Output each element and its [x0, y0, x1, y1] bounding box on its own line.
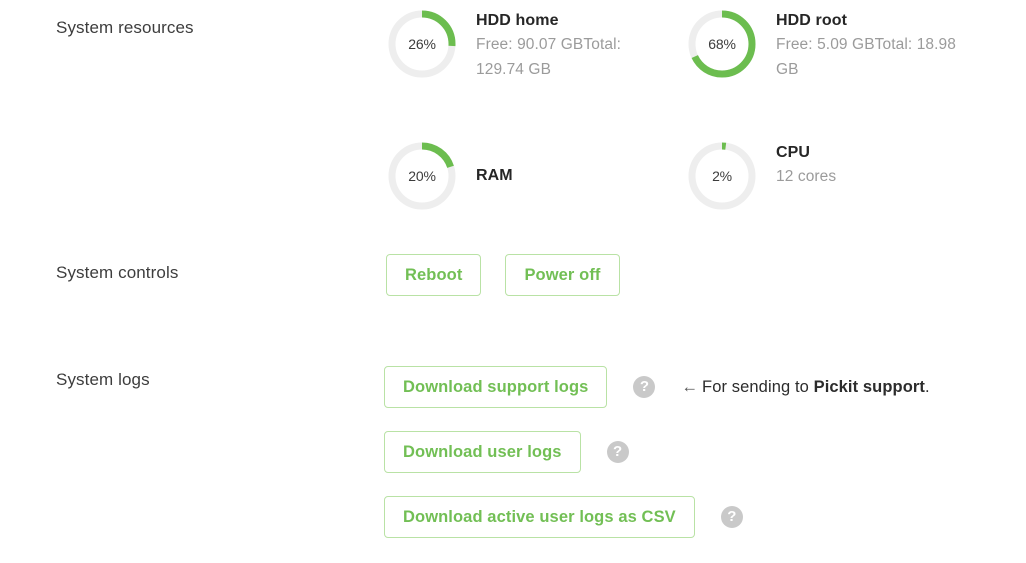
hint-strong-text: Pickit support [814, 378, 925, 396]
resources-grid: 26% HDD home Free: 90.07 GBTotal: 129.74… [386, 8, 1006, 212]
resource-title-hdd-home: HDD home [476, 10, 666, 32]
log-line-user: Download user logs ? [384, 431, 930, 473]
power-off-button[interactable]: Power off [505, 254, 619, 296]
resource-title-ram: RAM [476, 166, 513, 186]
donut-percent-hdd-home: 26% [386, 8, 458, 80]
system-controls-section: System controls Reboot Power off [0, 236, 1026, 344]
resource-subtitle-hdd-root: Free: 5.09 GBTotal: 18.98 GB [776, 32, 966, 82]
log-line-support: Download support logs ? ←For sending to … [384, 366, 930, 408]
log-line-csv: Download active user logs as CSV ? [384, 496, 930, 538]
section-label-system-resources: System resources [56, 18, 194, 38]
system-settings-page: System resources 26% HDD home Free: 90.0… [0, 0, 1026, 563]
system-logs-section: System logs Download support logs ? ←For… [0, 344, 1026, 563]
hint-suffix-text: . [925, 378, 930, 396]
system-resources-section: System resources 26% HDD home Free: 90.0… [0, 0, 1026, 236]
system-controls-buttons: Reboot Power off [386, 254, 620, 296]
donut-percent-cpu: 2% [686, 140, 758, 212]
resource-subtitle-cpu: 12 cores [776, 164, 836, 189]
support-logs-hint: ←For sending to Pickit support. [681, 378, 929, 397]
donut-cpu: 2% [686, 140, 758, 212]
resource-text-cpu: CPU 12 cores [776, 140, 836, 189]
resources-row-2: 20% RAM 2% CPU [386, 140, 1006, 212]
resource-text-ram: RAM [476, 140, 513, 212]
donut-percent-hdd-root: 68% [686, 8, 758, 80]
reboot-button[interactable]: Reboot [386, 254, 481, 296]
resource-title-hdd-root: HDD root [776, 10, 966, 32]
donut-hdd-root: 68% [686, 8, 758, 80]
resource-card-ram: 20% RAM [386, 140, 686, 212]
resource-card-cpu: 2% CPU 12 cores [686, 140, 986, 212]
resource-card-hdd-root: 68% HDD root Free: 5.09 GBTotal: 18.98 G… [686, 8, 986, 82]
resource-text-hdd-root: HDD root Free: 5.09 GBTotal: 18.98 GB [776, 8, 966, 82]
system-logs-controls: Download support logs ? ←For sending to … [384, 366, 930, 561]
resource-card-hdd-home: 26% HDD home Free: 90.07 GBTotal: 129.74… [386, 8, 686, 82]
donut-hdd-home: 26% [386, 8, 458, 80]
section-label-system-controls: System controls [56, 263, 178, 283]
download-user-logs-button[interactable]: Download user logs [384, 431, 581, 473]
download-active-user-logs-csv-button[interactable]: Download active user logs as CSV [384, 496, 695, 538]
left-arrow-icon: ← [681, 378, 698, 396]
help-icon-csv-logs[interactable]: ? [721, 506, 743, 528]
donut-ram: 20% [386, 140, 458, 212]
resource-title-cpu: CPU [776, 142, 836, 164]
section-label-system-logs: System logs [56, 370, 150, 390]
resource-subtitle-hdd-home: Free: 90.07 GBTotal: 129.74 GB [476, 32, 666, 82]
donut-percent-ram: 20% [386, 140, 458, 212]
help-icon-support-logs[interactable]: ? [633, 376, 655, 398]
resources-row-1: 26% HDD home Free: 90.07 GBTotal: 129.74… [386, 8, 1006, 82]
download-support-logs-button[interactable]: Download support logs [384, 366, 607, 408]
help-icon-user-logs[interactable]: ? [607, 441, 629, 463]
resource-text-hdd-home: HDD home Free: 90.07 GBTotal: 129.74 GB [476, 8, 666, 82]
hint-prefix-text: For sending to [702, 378, 814, 396]
